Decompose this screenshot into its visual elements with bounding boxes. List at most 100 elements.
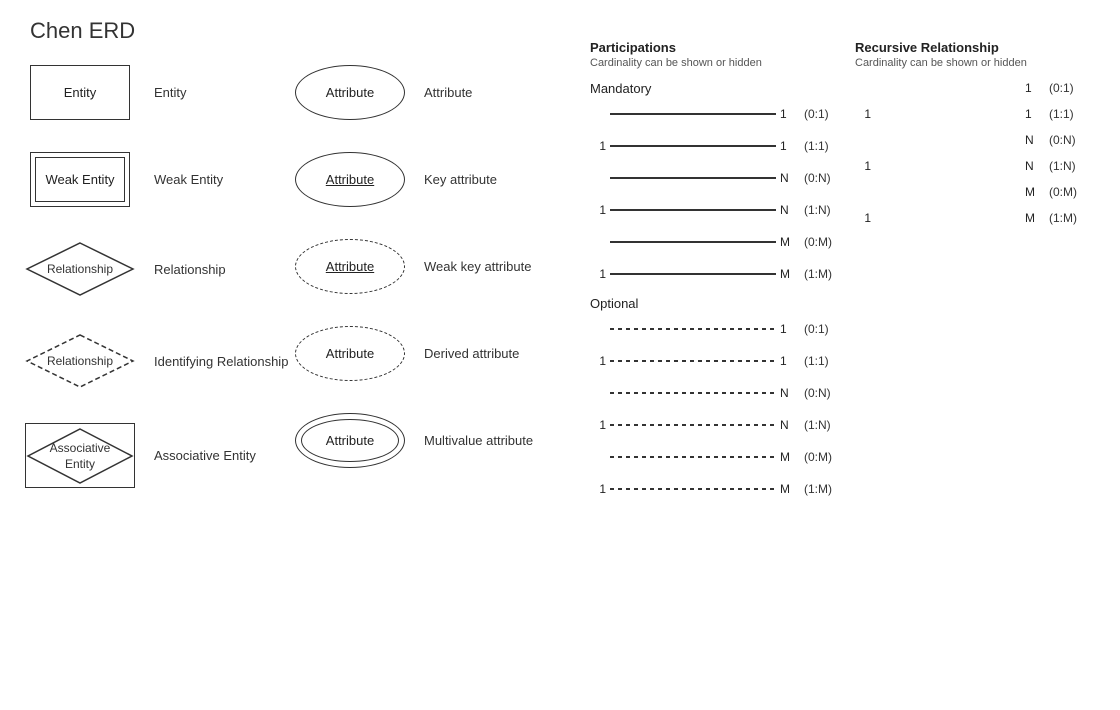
solid-line-5 [610, 273, 776, 275]
opt-card-notation-3: (1:N) [804, 418, 850, 432]
attr-row: Attribute Attribute [290, 65, 550, 120]
multi-attr-ellipse: Attribute [295, 413, 405, 468]
dashed-line-1 [610, 360, 776, 362]
attr-desc: Attribute [424, 85, 472, 100]
opt-card-right-0: 1 [780, 322, 796, 336]
weak-entity-inner: Weak Entity [35, 157, 125, 202]
opt-line-2 [610, 383, 776, 403]
identifying-rel-shape: Relationship [20, 331, 140, 391]
mandatory-label: Mandatory [590, 81, 850, 96]
card-notation-2: (0:N) [804, 171, 850, 185]
dashed-line-3 [610, 424, 776, 426]
multi-attr-label: Attribute [326, 433, 374, 448]
mandatory-row-5: 1 M (1:M) [590, 264, 850, 284]
identifying-rel-desc: Identifying Relationship [154, 354, 288, 369]
opt-card-left-5: 1 [590, 482, 606, 496]
rec-notation-2: (0:N) [1049, 133, 1095, 147]
card-notation-4: (0:M) [804, 235, 850, 249]
attrs-panel: Attribute Attribute Attribute Key attrib… [290, 65, 550, 500]
rec-card-right-2: N [1025, 133, 1041, 147]
multi-attr-desc: Multivalue attribute [424, 433, 533, 448]
rec-card-left-3: 1 [855, 159, 871, 173]
opt-line-1 [610, 351, 776, 371]
card-right-0: 1 [780, 107, 796, 121]
identifying-rel-diamond-wrap: Relationship [25, 331, 135, 391]
optional-row-0: 1 (0:1) [590, 319, 850, 339]
solid-line-3 [610, 209, 776, 211]
recursive-subtitle: Cardinality can be shown or hidden [855, 57, 1095, 69]
participation-title: Participations [590, 40, 850, 55]
line-3 [610, 200, 776, 220]
opt-card-right-2: N [780, 386, 796, 400]
recursive-row-4: M (0:M) [855, 185, 1095, 199]
attr-ellipse: Attribute [295, 65, 405, 120]
recursive-row-0: 1 (0:1) [855, 81, 1095, 95]
mandatory-row-3: 1 N (1:N) [590, 200, 850, 220]
card-notation-3: (1:N) [804, 203, 850, 217]
card-right-1: 1 [780, 139, 796, 153]
opt-card-notation-4: (0:M) [804, 450, 850, 464]
line-1 [610, 136, 776, 156]
solid-line-0 [610, 113, 776, 115]
weak-entity-row: Weak Entity Weak Entity [20, 152, 300, 207]
svg-text:Associative: Associative [50, 441, 111, 455]
weak-key-attr-desc: Weak key attribute [424, 259, 531, 274]
weak-key-attr-ellipse: Attribute [295, 239, 405, 294]
opt-line-3 [610, 415, 776, 435]
entity-box: Entity [30, 65, 130, 120]
card-left-3: 1 [590, 203, 606, 217]
mandatory-row-1: 1 1 (1:1) [590, 136, 850, 156]
solid-line-4 [610, 241, 776, 243]
associative-row: Associative Entity Associative Entity [20, 423, 300, 488]
entity-desc: Entity [154, 85, 187, 100]
attr-shape: Attribute [290, 65, 410, 120]
card-left-5: 1 [590, 267, 606, 281]
optional-label: Optional [590, 296, 850, 311]
svg-text:Entity: Entity [65, 457, 95, 471]
recursive-row-2: N (0:N) [855, 133, 1095, 147]
key-attr-ellipse: Attribute [295, 152, 405, 207]
svg-text:Relationship: Relationship [47, 262, 113, 276]
page-title: Chen ERD [30, 18, 135, 44]
associative-desc: Associative Entity [154, 448, 256, 463]
relationship-shape: Relationship [20, 239, 140, 299]
mandatory-row-2: N (0:N) [590, 168, 850, 188]
rec-notation-1: (1:1) [1049, 107, 1095, 121]
rec-card-right-0: 1 [1025, 81, 1041, 95]
recursive-row-1: 1 1 (1:1) [855, 107, 1095, 121]
line-4 [610, 232, 776, 252]
rec-notation-3: (1:N) [1049, 159, 1095, 173]
identifying-rel-row: Relationship Identifying Relationship [20, 331, 300, 391]
multi-attr-shape: Attribute [290, 413, 410, 468]
card-right-5: M [780, 267, 796, 281]
identifying-rel-svg: Relationship [25, 331, 135, 391]
weak-entity-shape: Weak Entity [20, 152, 140, 207]
opt-line-5 [610, 479, 776, 499]
opt-card-notation-1: (1:1) [804, 354, 850, 368]
recursive-title: Recursive Relationship [855, 40, 1095, 55]
line-0 [610, 104, 776, 124]
optional-row-2: N (0:N) [590, 383, 850, 403]
weak-key-attr-shape: Attribute [290, 239, 410, 294]
opt-card-right-5: M [780, 482, 796, 496]
dashed-line-2 [610, 392, 776, 394]
key-attr-desc: Key attribute [424, 172, 497, 187]
line-5 [610, 264, 776, 284]
rec-card-right-1: 1 [1025, 107, 1041, 121]
shapes-panel: Entity Entity Weak Entity Weak Entity Re… [20, 65, 300, 520]
derived-attr-row: Attribute Derived attribute [290, 326, 550, 381]
rec-card-right-4: M [1025, 185, 1041, 199]
opt-card-right-1: 1 [780, 354, 796, 368]
solid-line-2 [610, 177, 776, 179]
recursive-row-5: 1 M (1:M) [855, 211, 1095, 225]
card-notation-0: (0:1) [804, 107, 850, 121]
opt-line-4 [610, 447, 776, 467]
dashed-line-5 [610, 488, 776, 490]
card-right-2: N [780, 171, 796, 185]
optional-row-1: 1 1 (1:1) [590, 351, 850, 371]
multi-attr-inner: Attribute [301, 419, 399, 462]
key-attr-shape: Attribute [290, 152, 410, 207]
multi-attr-row: Attribute Multivalue attribute [290, 413, 550, 468]
assoc-entity-svg: Associative Entity [26, 425, 134, 487]
card-right-3: N [780, 203, 796, 217]
